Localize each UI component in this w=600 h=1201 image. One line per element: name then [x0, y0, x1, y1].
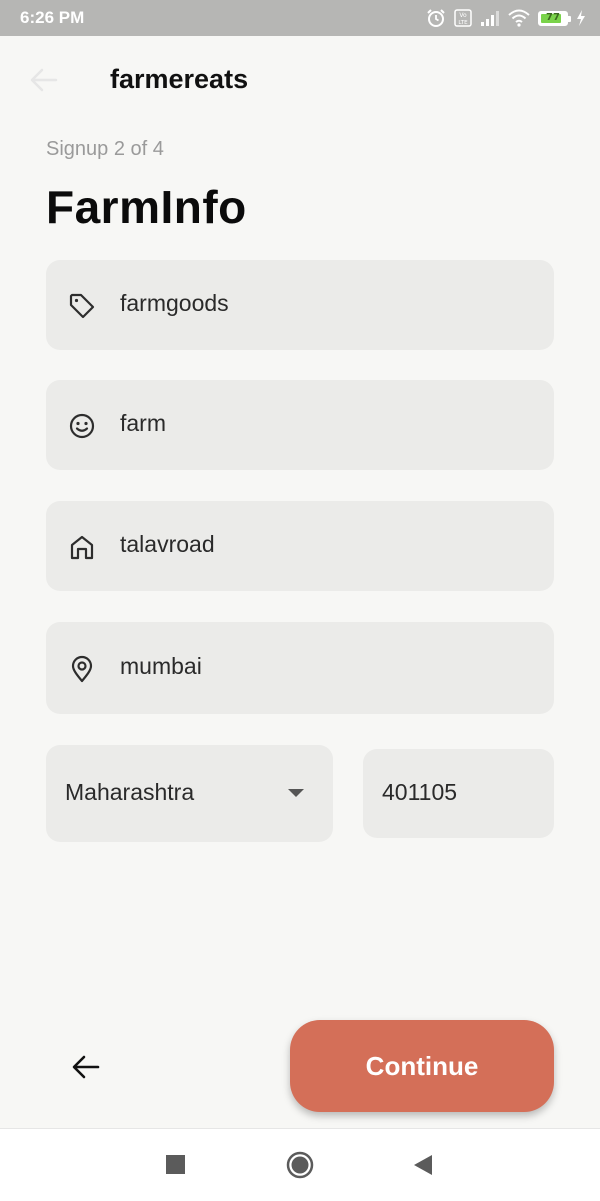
business-name-value: farmgoods	[120, 290, 229, 316]
informal-name-value: farm	[120, 410, 166, 436]
status-bar: 6:26 PM Vo LTE 77	[0, 0, 600, 36]
nav-back-icon[interactable]	[412, 1153, 434, 1177]
system-nav-bar	[0, 1128, 600, 1201]
wifi-icon	[508, 9, 530, 27]
location-pin-icon	[71, 655, 93, 683]
home-button-icon[interactable]	[286, 1151, 314, 1179]
battery-icon: 77	[538, 10, 571, 26]
volte-icon: Vo LTE	[454, 9, 472, 27]
continue-button[interactable]: Continue	[290, 1020, 554, 1112]
street-address-value: talavroad	[120, 531, 215, 557]
app-bar-back-icon[interactable]	[28, 66, 60, 94]
informal-name-field[interactable]: farm	[46, 380, 554, 470]
status-icons: Vo LTE 77	[426, 8, 586, 28]
charging-icon	[577, 10, 585, 26]
caret-down-icon	[288, 789, 304, 797]
state-select-value: Maharashtra	[65, 779, 195, 805]
status-time: 6:26 PM	[20, 8, 85, 27]
smiley-icon	[69, 413, 95, 439]
battery-level: 77	[546, 11, 560, 23]
business-name-field[interactable]: farmgoods	[46, 260, 554, 350]
street-address-field[interactable]: talavroad	[46, 501, 554, 591]
city-field[interactable]: mumbai	[46, 622, 554, 714]
city-value: mumbai	[120, 653, 202, 679]
svg-text:LTE: LTE	[458, 20, 468, 26]
tag-icon	[69, 293, 95, 319]
zipcode-field[interactable]: 401105	[363, 749, 554, 838]
signal-icon	[481, 11, 499, 26]
svg-text:Vo: Vo	[459, 12, 467, 19]
page-title: FarmInfo	[46, 181, 247, 233]
zipcode-value: 401105	[382, 779, 458, 805]
home-icon	[70, 535, 94, 560]
state-select[interactable]: Maharashtra	[46, 745, 333, 842]
alarm-icon	[427, 9, 445, 27]
recent-apps-icon[interactable]	[166, 1155, 185, 1174]
back-button[interactable]	[70, 1052, 102, 1082]
app-title: farmereats	[110, 64, 249, 94]
step-indicator: Signup 2 of 4	[46, 138, 164, 160]
